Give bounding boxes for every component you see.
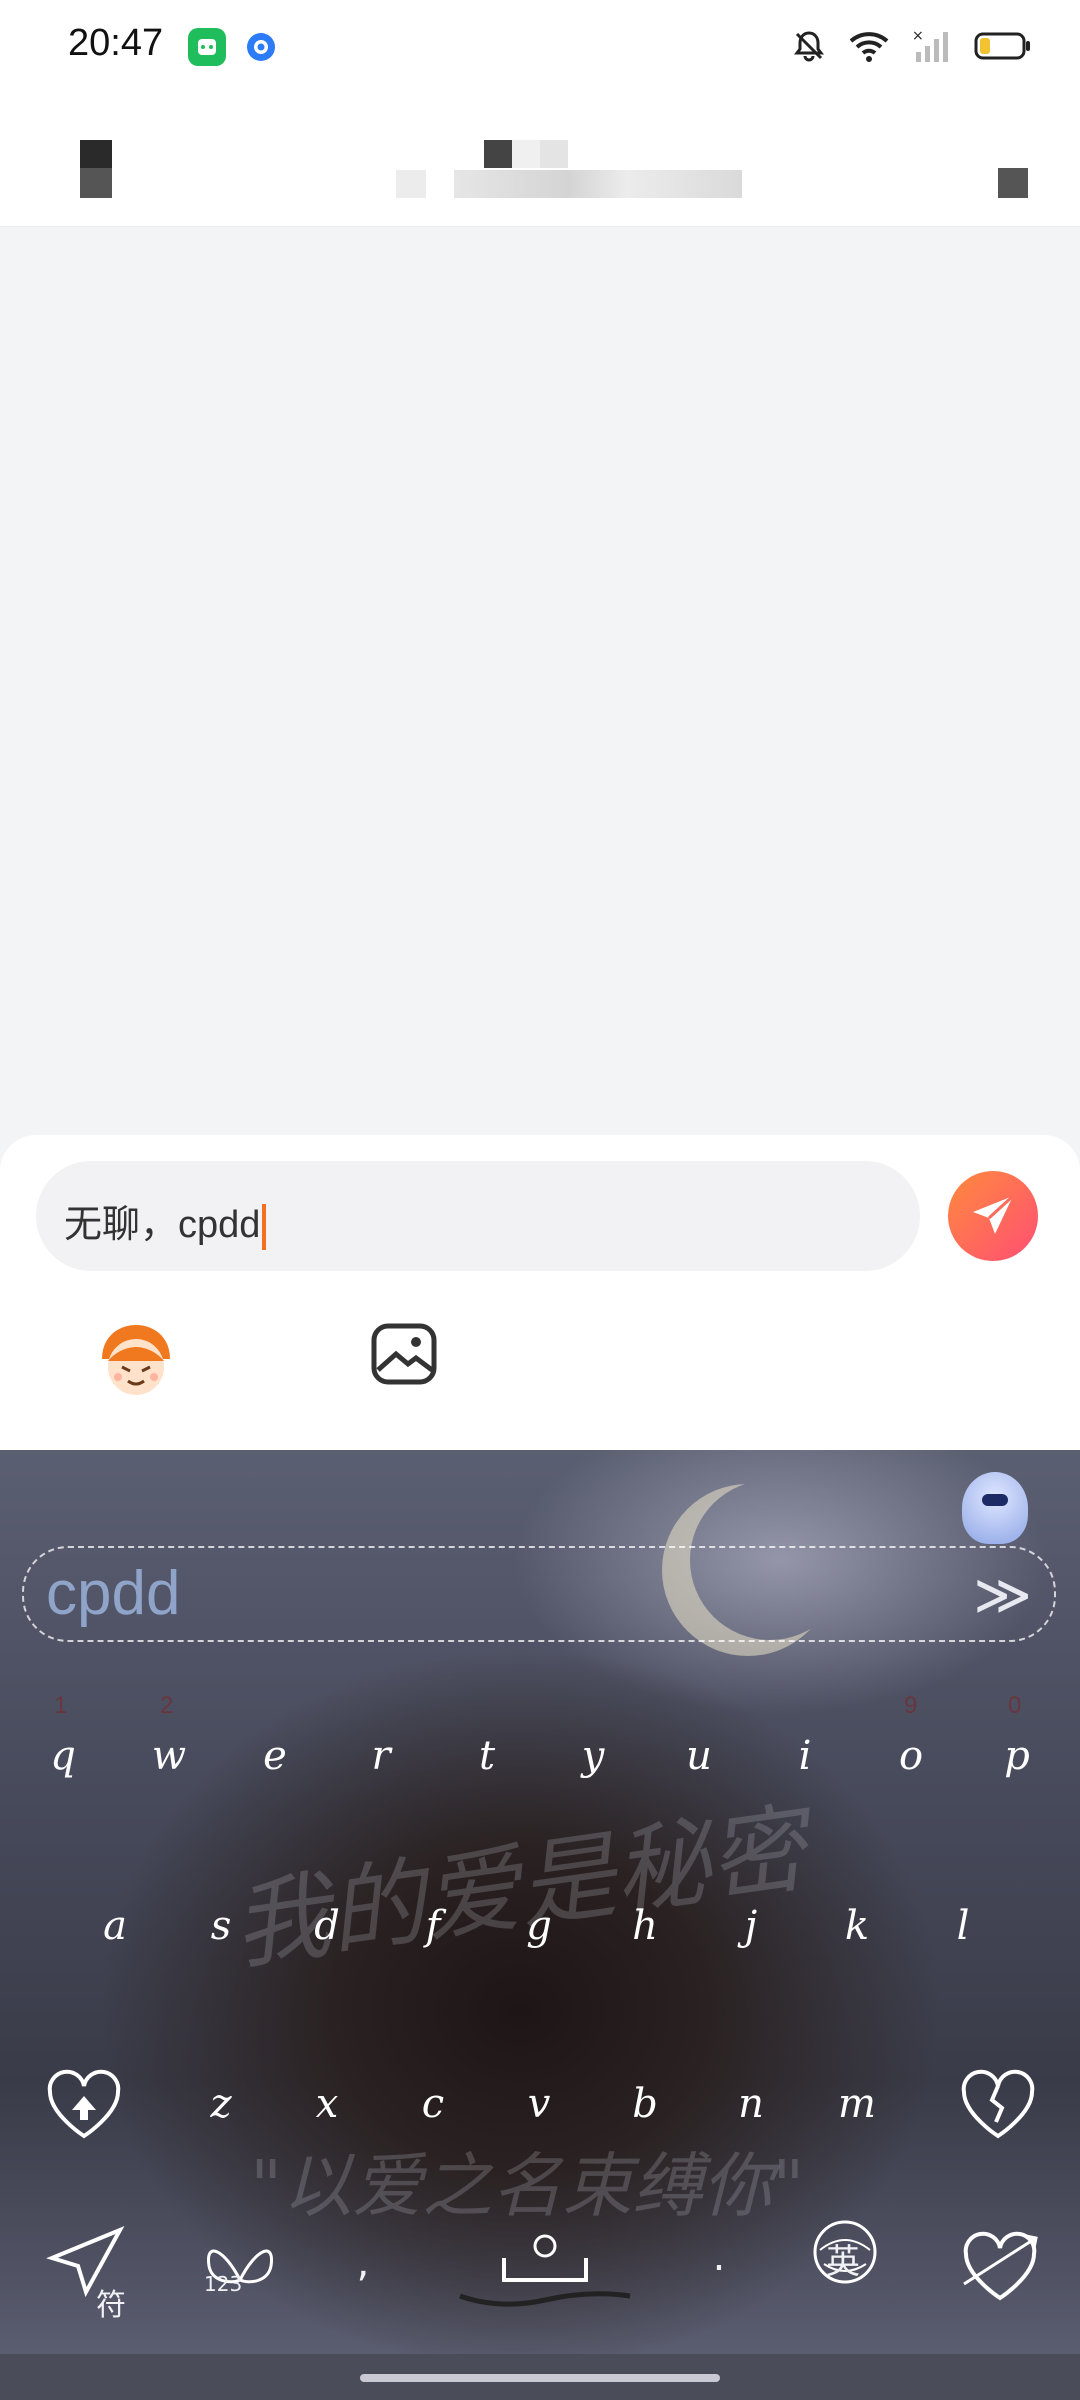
comma-key[interactable]: ,	[338, 2240, 388, 2310]
svg-text:×: ×	[912, 28, 924, 44]
key-z[interactable]: z	[186, 2064, 256, 2144]
heart-shift-icon	[47, 2069, 121, 2139]
text-caret	[262, 1203, 267, 1250]
key-u[interactable]: u	[664, 1716, 734, 1796]
symbols-key[interactable]: 符	[36, 2220, 136, 2323]
chat-title	[396, 140, 742, 198]
send-button[interactable]	[948, 1171, 1038, 1261]
key-y[interactable]: y	[558, 1716, 628, 1796]
heart-arrow-enter-icon	[963, 2231, 1038, 2301]
key-k[interactable]: k	[822, 1886, 892, 1966]
key-a[interactable]: a	[80, 1886, 150, 1966]
status-time: 20:47	[68, 22, 164, 64]
message-input[interactable]: 无聊，cpdd	[36, 1161, 920, 1271]
key-b[interactable]: b	[610, 2064, 680, 2144]
send-icon	[973, 1194, 1015, 1234]
key-l[interactable]: l	[928, 1886, 998, 1966]
period-key[interactable]: .	[694, 2234, 744, 2304]
key-o[interactable]: o	[876, 1716, 946, 1796]
system-nav-bar	[0, 2354, 1080, 2400]
enter-key[interactable]	[950, 2214, 1050, 2314]
key-r[interactable]: r	[346, 1716, 416, 1796]
backspace-key[interactable]	[950, 2056, 1046, 2152]
key-q[interactable]: q	[28, 1716, 98, 1796]
image-icon[interactable]	[370, 1320, 438, 1388]
key-c[interactable]: c	[398, 2064, 468, 2144]
app-notification-icon	[188, 28, 226, 66]
more-button[interactable]	[998, 168, 1028, 198]
key-e[interactable]: e	[240, 1716, 310, 1796]
candidate-word[interactable]: cpdd	[46, 1558, 180, 1629]
key-x[interactable]: x	[292, 2064, 362, 2144]
candidate-bar: cpdd ≫	[22, 1546, 1056, 1642]
key-p[interactable]: p	[982, 1716, 1052, 1796]
bell-muted-icon	[792, 29, 826, 68]
signal-icon: ×	[912, 28, 952, 69]
symbols-key-label: 符	[96, 2288, 126, 2323]
key-s[interactable]: s	[186, 1886, 256, 1966]
message-input-text: 无聊，cpdd	[64, 1204, 261, 1246]
key-m[interactable]: m	[822, 2064, 892, 2144]
chat-header	[0, 96, 1080, 227]
key-w[interactable]: w	[134, 1716, 204, 1796]
numbers-key-label: 123	[204, 2272, 243, 2296]
battery-icon	[974, 31, 1032, 66]
more-candidates-button[interactable]: ≫	[973, 1562, 1032, 1628]
key-v[interactable]: v	[504, 2064, 574, 2144]
broken-heart-backspace-icon	[961, 2069, 1035, 2139]
language-switch-key[interactable]: 英	[800, 2210, 890, 2310]
composer-panel: 无聊，cpdd	[0, 1135, 1080, 1450]
key-i[interactable]: i	[770, 1716, 840, 1796]
butterfly-icon	[206, 2249, 274, 2284]
key-d[interactable]: d	[292, 1886, 362, 1966]
shift-key[interactable]	[36, 2056, 132, 2152]
key-t[interactable]: t	[452, 1716, 522, 1796]
key-g[interactable]: g	[504, 1886, 574, 1966]
back-button[interactable]	[80, 140, 112, 198]
language-switch-label: 英	[826, 2242, 860, 2282]
keyboard: 我的爱是秘密 "以爱之名束缚你" cpdd ≫ 1 2 9 0 q w e r …	[0, 1450, 1080, 2354]
numbers-key[interactable]: 123	[190, 2220, 290, 2320]
key-j[interactable]: j	[716, 1886, 786, 1966]
home-indicator[interactable]	[360, 2374, 720, 2382]
keyboard-mascot-icon[interactable]	[962, 1472, 1028, 1544]
space-bar-icon	[459, 2234, 631, 2307]
space-key[interactable]	[420, 2210, 670, 2320]
wifi-icon	[848, 29, 890, 68]
status-bar: 20:47 ×	[0, 0, 1080, 96]
emoji-sticker-icon[interactable]	[90, 1315, 182, 1407]
location-app-icon	[242, 28, 280, 66]
key-f[interactable]: f	[398, 1886, 468, 1966]
key-n[interactable]: n	[716, 2064, 786, 2144]
message-list[interactable]	[0, 227, 1080, 1137]
key-h[interactable]: h	[610, 1886, 680, 1966]
